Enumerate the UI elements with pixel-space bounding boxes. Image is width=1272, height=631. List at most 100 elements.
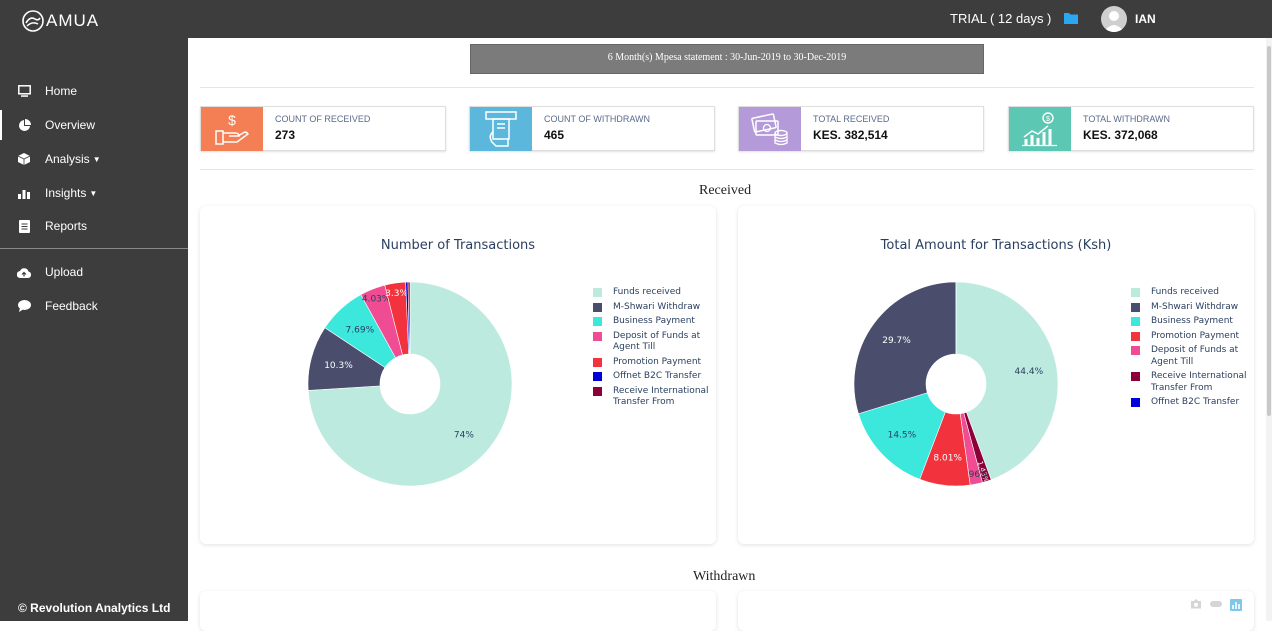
top-bar: AMUA TRIAL ( 12 days ) IAN <box>0 0 1272 38</box>
legend-swatch <box>1131 317 1140 326</box>
document-icon <box>17 219 31 233</box>
section-title-withdrawn: Withdrawn <box>693 569 755 585</box>
app-logo[interactable]: AMUA <box>22 10 99 32</box>
sidebar-item-overview[interactable]: Overview <box>0 110 188 140</box>
legend-item[interactable]: Funds received <box>593 287 709 299</box>
pie-slice-label: 3.3% <box>385 289 408 299</box>
legend-swatch <box>593 332 602 341</box>
pie-slice-label: 7.69% <box>346 326 375 336</box>
chart-legend: Funds received M-Shwari Withdraw Business … <box>1131 287 1247 412</box>
pie-chart-icon <box>17 118 31 132</box>
legend-label: Receive International Transfer From <box>1151 371 1247 394</box>
legend-label: M-Shwari Withdraw <box>1151 302 1238 314</box>
user-icon <box>1101 6 1127 32</box>
pie-slice-label: 74% <box>454 431 474 441</box>
copyright-text: © Revolution Analytics Ltd <box>18 601 170 615</box>
hand-money-icon: $ <box>201 107 263 151</box>
bar-chart-icon <box>17 186 31 200</box>
chart-legend: Funds received M-Shwari Withdraw Business … <box>593 287 709 412</box>
main-content: 6 Month(s) Mpesa statement : 30-Jun-2019… <box>188 38 1272 621</box>
sidebar-item-label: Insights <box>45 186 86 200</box>
chart-modebar <box>1190 599 1242 611</box>
pie-slice-label: 29.7% <box>882 336 911 346</box>
legend-item[interactable]: Promotion Payment <box>593 357 709 369</box>
speech-bubble-icon <box>17 299 31 313</box>
legend-item[interactable]: Offnet B2C Transfer <box>593 371 709 383</box>
card-total-withdrawn: $ TOTAL WITHDRAWN KES. 372,068 <box>1008 106 1254 151</box>
card-value: KES. 372,068 <box>1083 128 1158 142</box>
sidebar-item-label: Upload <box>45 265 83 279</box>
legend-item[interactable]: Receive International Transfer From <box>593 386 709 409</box>
pie-slice-label: 44.4% <box>1015 367 1044 377</box>
legend-item[interactable]: Receive International Transfer From <box>1131 371 1247 394</box>
legend-swatch <box>593 288 602 297</box>
sidebar-item-analysis[interactable]: Analysis ▼ <box>0 144 188 174</box>
pie-chart-transactions[interactable]: 74%10.3%7.69%4.03%3.3% <box>300 274 520 494</box>
legend-label: Deposit of Funds at Agent Till <box>613 331 709 354</box>
legend-label: Business Payment <box>1151 316 1233 328</box>
card-value: 465 <box>544 128 564 142</box>
card-value: KES. 382,514 <box>813 128 888 142</box>
legend-swatch <box>593 303 602 312</box>
legend-swatch <box>1131 372 1140 381</box>
legend-label: Offnet B2C Transfer <box>613 371 701 383</box>
sidebar-item-home[interactable]: Home <box>0 76 188 106</box>
chart-panel-withdrawn-right <box>738 591 1254 631</box>
legend-item[interactable]: M-Shwari Withdraw <box>1131 302 1247 314</box>
scrollbar-thumb[interactable] <box>1267 46 1271 416</box>
logo-icon <box>22 10 44 32</box>
legend-swatch <box>1131 332 1140 341</box>
plotly-logo-icon[interactable] <box>1230 599 1242 611</box>
caret-down-icon: ▼ <box>93 155 101 164</box>
pan-icon[interactable] <box>1210 599 1222 609</box>
sidebar-item-upload[interactable]: Upload <box>0 257 188 287</box>
legend-item[interactable]: Deposit of Funds at Agent Till <box>593 331 709 354</box>
card-label: COUNT OF RECEIVED <box>275 114 370 124</box>
legend-label: Promotion Payment <box>1151 331 1239 343</box>
legend-item[interactable]: Business Payment <box>1131 316 1247 328</box>
legend-label: Deposit of Funds at Agent Till <box>1151 345 1247 368</box>
sidebar-item-insights[interactable]: Insights ▼ <box>0 178 188 208</box>
legend-swatch <box>1131 288 1140 297</box>
divider <box>200 169 1254 170</box>
legend-item[interactable]: M-Shwari Withdraw <box>593 302 709 314</box>
folder-icon[interactable] <box>1064 12 1078 24</box>
sidebar-item-reports[interactable]: Reports <box>0 211 188 241</box>
caret-down-icon: ▼ <box>89 189 97 198</box>
legend-item[interactable]: Promotion Payment <box>1131 331 1247 343</box>
scrollbar[interactable] <box>1266 38 1272 621</box>
sidebar-item-label: Overview <box>45 118 95 132</box>
chart-panel-amounts: Total Amount for Transactions (Ksh) 44.4… <box>738 206 1254 544</box>
legend-label: Offnet B2C Transfer <box>1151 397 1239 409</box>
pie-chart-amounts[interactable]: 44.4%1.43%1.96%8.01%14.5%29.7% <box>846 274 1066 494</box>
legend-item[interactable]: Funds received <box>1131 287 1247 299</box>
avatar[interactable] <box>1101 6 1127 32</box>
legend-item[interactable]: Offnet B2C Transfer <box>1131 397 1247 409</box>
chart-panel-transactions: Number of Transactions 74%10.3%7.69%4.03… <box>200 206 716 544</box>
chart-panel-withdrawn-left <box>200 591 716 631</box>
sidebar-divider <box>0 248 188 249</box>
legend-swatch <box>593 358 602 367</box>
legend-label: Receive International Transfer From <box>613 386 709 409</box>
sidebar-item-label: Analysis <box>45 152 90 166</box>
user-name[interactable]: IAN <box>1135 12 1156 26</box>
legend-label: M-Shwari Withdraw <box>613 302 700 314</box>
statement-banner: 6 Month(s) Mpesa statement : 30-Jun-2019… <box>470 44 984 74</box>
legend-item[interactable]: Deposit of Funds at Agent Till <box>1131 345 1247 368</box>
cloud-upload-icon <box>17 265 31 279</box>
legend-label: Business Payment <box>613 316 695 328</box>
camera-icon[interactable] <box>1190 599 1202 609</box>
growth-chart-icon: $ <box>1009 107 1071 151</box>
legend-item[interactable]: Business Payment <box>593 316 709 328</box>
legend-swatch <box>593 387 602 396</box>
card-count-withdrawn: COUNT OF WITHDRAWN 465 <box>469 106 715 151</box>
pie-slice[interactable] <box>854 282 956 414</box>
chart-title: Number of Transactions <box>200 238 716 253</box>
cash-coins-icon <box>739 107 801 151</box>
divider <box>200 87 1254 88</box>
card-label: TOTAL RECEIVED <box>813 114 889 124</box>
legend-label: Funds received <box>1151 287 1219 299</box>
sidebar-item-label: Home <box>45 84 77 98</box>
pie-slice-label: 10.3% <box>324 361 353 371</box>
sidebar-item-feedback[interactable]: Feedback <box>0 291 188 321</box>
